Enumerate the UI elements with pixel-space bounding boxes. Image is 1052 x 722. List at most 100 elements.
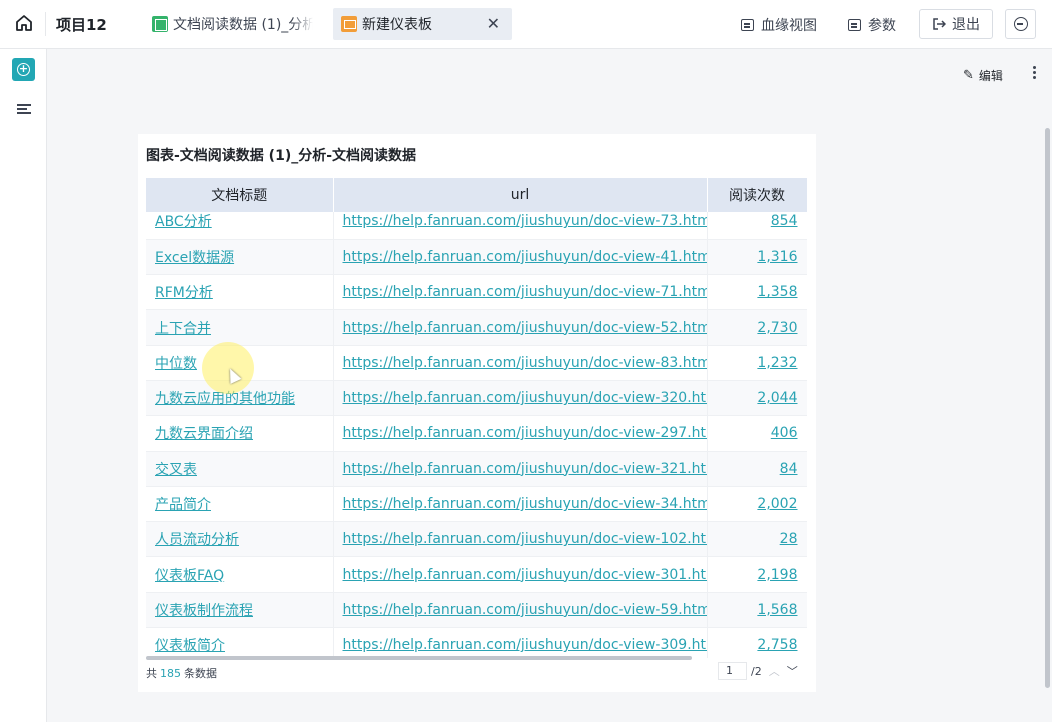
column-header-reads[interactable]: 阅读次数	[707, 178, 807, 212]
read-count-link[interactable]: 84	[780, 461, 798, 477]
doc-url-link[interactable]: https://help.fanruan.com/jiushuyun/doc-v…	[343, 213, 707, 229]
doc-title-link[interactable]: 仪表板FAQ	[155, 568, 224, 584]
doc-url-link[interactable]: https://help.fanruan.com/jiushuyun/doc-v…	[343, 425, 707, 441]
left-sidebar: +	[0, 49, 47, 722]
column-header-url[interactable]: url	[333, 178, 708, 212]
table-cell: 九数云界面介绍	[146, 415, 334, 452]
doc-url-link[interactable]: https://help.fanruan.com/jiushuyun/doc-v…	[343, 461, 707, 477]
edit-button[interactable]: ✎ 编辑	[963, 67, 1003, 84]
read-count-link[interactable]: 28	[780, 531, 798, 547]
doc-title-link[interactable]: 产品简介	[155, 497, 211, 513]
column-header-title[interactable]: 文档标题	[146, 178, 334, 212]
read-count-link[interactable]: 1,232	[757, 355, 797, 371]
table-row[interactable]: Excel数据源 https://help.fanruan.com/jiushuy…	[146, 239, 807, 276]
minus-circle-icon	[1013, 17, 1028, 31]
doc-title-link[interactable]: ABC分析	[155, 214, 212, 230]
table-cell: ABC分析	[146, 212, 334, 240]
read-count-link[interactable]: 406	[771, 425, 798, 441]
kebab-menu-icon[interactable]	[1030, 66, 1038, 81]
doc-title-link[interactable]: 中位数	[155, 356, 197, 372]
table-cell: 854	[707, 212, 807, 240]
read-count-link[interactable]: 854	[771, 213, 798, 229]
page-input[interactable]: 1	[718, 662, 747, 680]
chevron-down-icon[interactable]: ﹀	[787, 663, 798, 679]
table-cell: 九数云应用的其他功能	[146, 380, 334, 417]
tab-data-analysis[interactable]: 文档阅读数据 (1)_分析-文档阅读数据	[148, 8, 324, 40]
read-count-link[interactable]: 1,316	[757, 249, 797, 265]
table-row[interactable]: 仪表板简介 https://help.fanruan.com/jiushuyun/…	[146, 627, 807, 658]
dashboard-icon	[341, 16, 357, 32]
table-body[interactable]: ABC分析 https://help.fanruan.com/jiushuyun/…	[146, 212, 807, 658]
doc-url-link[interactable]: https://help.fanruan.com/jiushuyun/doc-v…	[343, 637, 707, 653]
doc-url-link[interactable]: https://help.fanruan.com/jiushuyun/doc-v…	[343, 249, 707, 265]
doc-title-link[interactable]: RFM分析	[155, 285, 213, 301]
chevron-up-icon[interactable]: ︿	[769, 663, 780, 679]
table-cell: 上下合并	[146, 309, 334, 346]
doc-title-link[interactable]: 九数云应用的其他功能	[155, 391, 295, 407]
table-cell: 2,044	[707, 380, 807, 417]
table-cell: 人员流动分析	[146, 521, 334, 558]
doc-title-link[interactable]: 交叉表	[155, 462, 197, 478]
tab-new-dashboard[interactable]: 新建仪表板 ✕	[333, 8, 512, 40]
table-row[interactable]: 仪表板制作流程 https://help.fanruan.com/jiushuyu…	[146, 592, 807, 629]
doc-url-link[interactable]: https://help.fanruan.com/jiushuyun/doc-v…	[343, 496, 707, 512]
divider	[45, 12, 46, 36]
lineage-view-button[interactable]: 血缘视图	[741, 15, 817, 35]
table-row[interactable]: ABC分析 https://help.fanruan.com/jiushuyun/…	[146, 212, 807, 240]
exit-label: 退出	[952, 17, 980, 33]
params-button[interactable]: 参数	[848, 15, 896, 35]
read-count-link[interactable]: 1,358	[757, 284, 797, 300]
doc-url-link[interactable]: https://help.fanruan.com/jiushuyun/doc-v…	[343, 320, 707, 336]
read-count-link[interactable]: 2,198	[757, 567, 797, 583]
table-row[interactable]: 交叉表 https://help.fanruan.com/jiushuyun/do…	[146, 451, 807, 487]
read-count-link[interactable]: 1,568	[757, 602, 797, 618]
list-icon[interactable]	[17, 104, 31, 116]
read-count-link[interactable]: 2,730	[757, 320, 797, 336]
table-row[interactable]: 仪表板FAQ https://help.fanruan.com/jiushuyun…	[146, 556, 807, 593]
doc-title-link[interactable]: 九数云界面介绍	[155, 426, 253, 442]
table-row[interactable]: 九数云应用的其他功能 https://help.fanruan.com/jiush…	[146, 380, 807, 417]
record-count: 共 185 条数据	[146, 665, 217, 681]
more-menu-button[interactable]	[1005, 9, 1036, 39]
table-cell: https://help.fanruan.com/jiushuyun/doc-v…	[333, 239, 708, 276]
page-scrollbar[interactable]	[1045, 128, 1050, 688]
doc-url-link[interactable]: https://help.fanruan.com/jiushuyun/doc-v…	[343, 567, 707, 583]
doc-title-link[interactable]: 人员流动分析	[155, 532, 239, 548]
doc-url-link[interactable]: https://help.fanruan.com/jiushuyun/doc-v…	[343, 531, 707, 547]
table-widget: 图表-文档阅读数据 (1)_分析-文档阅读数据 文档标题 url 阅读次数 AB…	[138, 134, 816, 692]
exit-button[interactable]: 退出	[919, 9, 993, 39]
table-cell: 1,568	[707, 592, 807, 629]
doc-title-link[interactable]: Excel数据源	[155, 250, 234, 266]
horizontal-scrollbar[interactable]	[146, 656, 692, 660]
table-cell: 84	[707, 451, 807, 487]
doc-title-link[interactable]: 上下合并	[155, 321, 211, 337]
table-cell: 仪表板制作流程	[146, 592, 334, 629]
doc-title-link[interactable]: 仪表板制作流程	[155, 603, 253, 619]
doc-url-link[interactable]: https://help.fanruan.com/jiushuyun/doc-v…	[343, 602, 707, 618]
read-count-link[interactable]: 2,044	[757, 390, 797, 406]
params-icon	[848, 19, 861, 31]
table-cell: 1,358	[707, 274, 807, 311]
table-cell: 2,198	[707, 556, 807, 593]
home-icon[interactable]	[14, 13, 34, 33]
doc-url-link[interactable]: https://help.fanruan.com/jiushuyun/doc-v…	[343, 390, 707, 406]
doc-url-link[interactable]: https://help.fanruan.com/jiushuyun/doc-v…	[343, 284, 707, 300]
table-row[interactable]: 产品简介 https://help.fanruan.com/jiushuyun/d…	[146, 486, 807, 523]
doc-title-link[interactable]: 仪表板简介	[155, 638, 225, 654]
read-count-link[interactable]: 2,758	[757, 637, 797, 653]
table-cell: https://help.fanruan.com/jiushuyun/doc-v…	[333, 345, 708, 381]
record-count-prefix: 共	[146, 667, 157, 680]
table-row[interactable]: 上下合并 https://help.fanruan.com/jiushuyun/d…	[146, 309, 807, 346]
table-row[interactable]: RFM分析 https://help.fanruan.com/jiushuyun/…	[146, 274, 807, 311]
table-row[interactable]: 九数云界面介绍 https://help.fanruan.com/jiushuyu…	[146, 415, 807, 452]
read-count-link[interactable]: 2,002	[757, 496, 797, 512]
table-cell: https://help.fanruan.com/jiushuyun/doc-v…	[333, 380, 708, 417]
table-row[interactable]: 中位数 https://help.fanruan.com/jiushuyun/do…	[146, 345, 807, 381]
pagination: 1 /2 ︿ ﹀	[718, 662, 798, 680]
doc-url-link[interactable]: https://help.fanruan.com/jiushuyun/doc-v…	[343, 355, 707, 371]
add-component-button[interactable]: +	[12, 58, 35, 81]
close-icon[interactable]: ✕	[487, 14, 500, 33]
table-row[interactable]: 人员流动分析 https://help.fanruan.com/jiushuyun…	[146, 521, 807, 558]
project-name: 项目12	[56, 16, 107, 34]
tab-label: 新建仪表板	[362, 17, 432, 33]
